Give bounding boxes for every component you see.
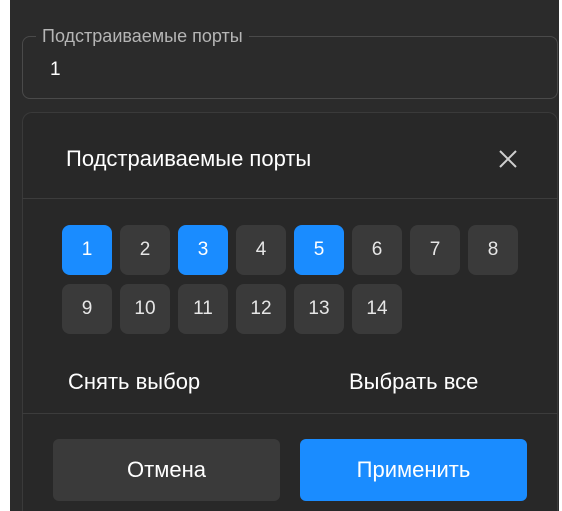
port-button-13[interactable]: 13	[294, 284, 344, 334]
port-button-9[interactable]: 9	[62, 284, 112, 334]
port-button-7[interactable]: 7	[410, 225, 460, 275]
dialog-title: Подстраиваемые порты	[66, 146, 312, 171]
port-button-6[interactable]: 6	[352, 225, 402, 275]
left-edge	[0, 0, 10, 511]
select-all-link[interactable]: Выбрать все	[349, 368, 478, 396]
deselect-link[interactable]: Снять выбор	[68, 368, 200, 396]
port-button-4[interactable]: 4	[236, 225, 286, 275]
port-button-14[interactable]: 14	[352, 284, 402, 334]
port-button-10[interactable]: 10	[120, 284, 170, 334]
port-button-3[interactable]: 3	[178, 225, 228, 275]
port-button-12[interactable]: 12	[236, 284, 286, 334]
cancel-button[interactable]: Отмена	[53, 439, 280, 501]
tuned-ports-field-value[interactable]: 1	[50, 58, 61, 82]
port-button-1[interactable]: 1	[62, 225, 112, 275]
close-icon	[499, 150, 517, 168]
tuned-ports-field-label: Подстраиваемые порты	[36, 24, 249, 48]
port-button-5[interactable]: 5	[294, 225, 344, 275]
divider	[22, 198, 558, 199]
close-button[interactable]	[492, 143, 524, 175]
port-button-11[interactable]: 11	[178, 284, 228, 334]
port-button-2[interactable]: 2	[120, 225, 170, 275]
port-button-8[interactable]: 8	[468, 225, 518, 275]
divider	[22, 413, 558, 414]
apply-button[interactable]: Применить	[300, 439, 527, 501]
